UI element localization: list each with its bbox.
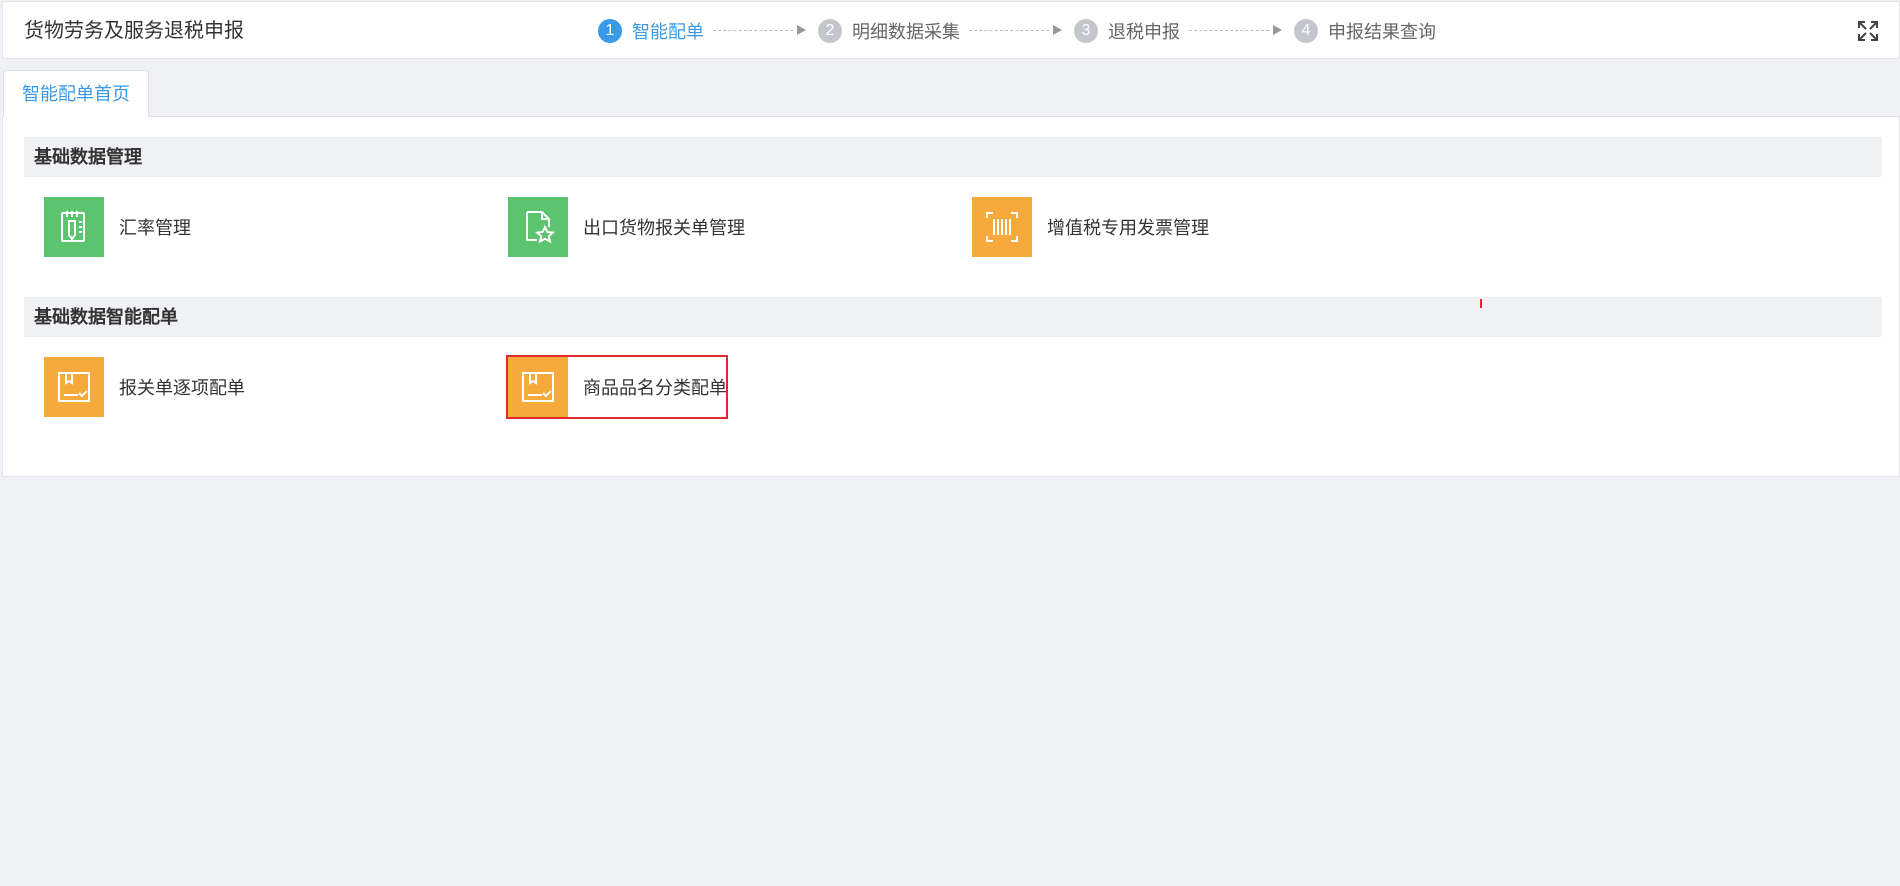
- document-pen-icon: [44, 197, 104, 257]
- step-label: 智能配单: [632, 22, 704, 42]
- tab-strip: 智能配单首页: [2, 59, 1900, 118]
- tile-exchange-rate-management[interactable]: 汇率管理: [44, 197, 191, 257]
- highlight-mark: [1480, 299, 1482, 308]
- section-title-basic-data-management: 基础数据管理: [24, 137, 1882, 177]
- section-title-smart-matching: 基础数据智能配单: [24, 297, 1882, 337]
- step-label: 明细数据采集: [852, 22, 960, 42]
- step-label: 退税申报: [1108, 22, 1180, 42]
- step-number: 2: [818, 19, 842, 43]
- document-star-icon: [508, 197, 568, 257]
- expand-icon[interactable]: [1856, 19, 1880, 43]
- step-connector: [1189, 30, 1269, 32]
- content-panel: 基础数据管理 汇率管理 出口货物报关单管理 增值税专用发票管理 基础数据智能配单…: [2, 117, 1900, 477]
- step-number: 4: [1294, 19, 1318, 43]
- step-number: 3: [1074, 19, 1098, 43]
- step-label: 申报结果查询: [1328, 22, 1436, 42]
- step-connector: [713, 30, 793, 32]
- package-check-icon: [44, 357, 104, 417]
- tile-export-declaration-management[interactable]: 出口货物报关单管理: [508, 197, 745, 257]
- tile-label: 报关单逐项配单: [119, 378, 245, 398]
- step-3[interactable]: 3 退税申报: [1074, 19, 1180, 43]
- tile-label: 汇率管理: [119, 218, 191, 238]
- tile-product-name-classification-matching[interactable]: 商品品名分类配单: [506, 355, 728, 419]
- step-4[interactable]: 4 申报结果查询: [1294, 19, 1436, 43]
- tile-declaration-item-matching[interactable]: 报关单逐项配单: [44, 357, 245, 417]
- app-title: 货物劳务及服务退税申报: [24, 20, 244, 42]
- step-1[interactable]: 1 智能配单: [598, 19, 704, 43]
- package-check-icon: [508, 357, 568, 417]
- step-2[interactable]: 2 明细数据采集: [818, 19, 960, 43]
- barcode-icon: [972, 197, 1032, 257]
- step-connector: [969, 30, 1049, 32]
- step-number: 1: [598, 19, 622, 43]
- tile-vat-invoice-management[interactable]: 增值税专用发票管理: [972, 197, 1209, 257]
- tile-label: 出口货物报关单管理: [583, 218, 745, 238]
- tile-label: 增值税专用发票管理: [1047, 218, 1209, 238]
- tile-label: 商品品名分类配单: [583, 378, 727, 398]
- step-arrow-icon: [1273, 25, 1282, 35]
- tab-smart-matching-home[interactable]: 智能配单首页: [3, 70, 149, 118]
- top-bar: 货物劳务及服务退税申报 1 智能配单 2 明细数据采集 3 退税申报 4 申报结…: [2, 1, 1900, 59]
- step-arrow-icon: [797, 25, 806, 35]
- step-arrow-icon: [1053, 25, 1062, 35]
